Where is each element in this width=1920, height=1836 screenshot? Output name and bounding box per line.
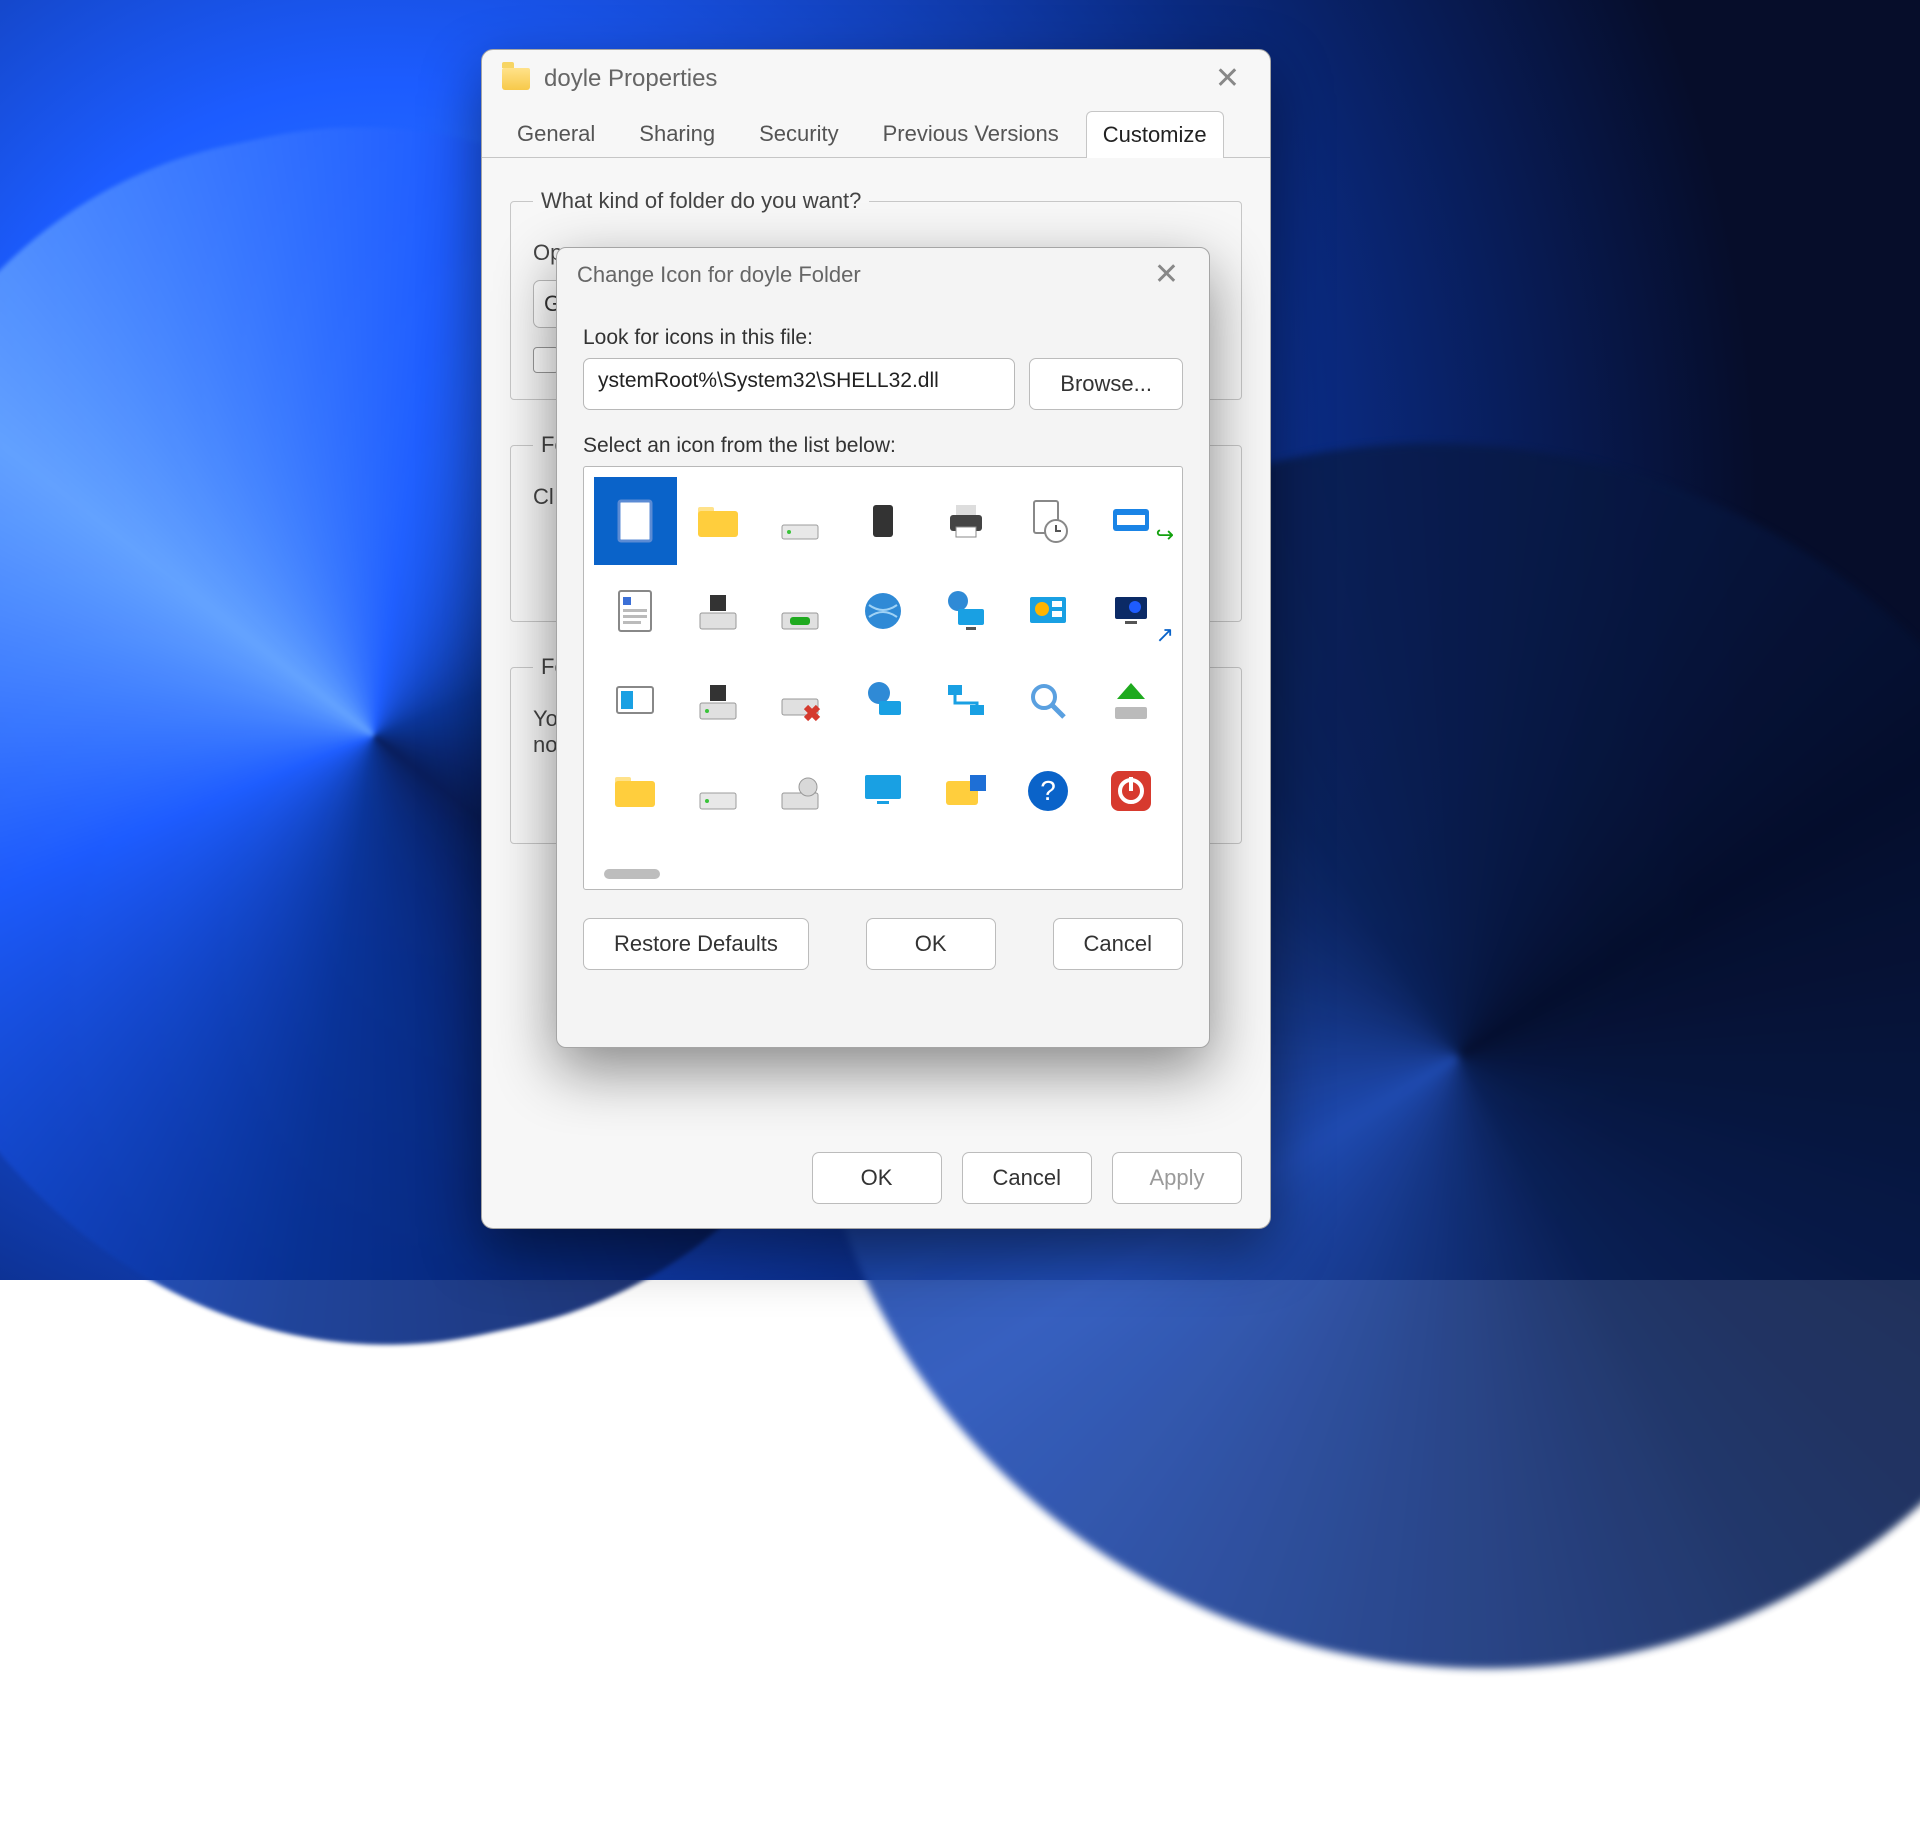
tab-customize[interactable]: Customize (1086, 111, 1224, 158)
tab-previous[interactable]: Previous Versions (866, 110, 1076, 157)
browse-button[interactable]: Browse... (1029, 358, 1183, 410)
icon-network-globe[interactable] (842, 657, 925, 745)
icon-help-circle[interactable]: ? (1007, 747, 1090, 835)
icon-eject-drive[interactable] (1089, 657, 1172, 745)
icon-network[interactable] (924, 657, 1007, 745)
icon-hard-drive-2[interactable] (677, 747, 760, 835)
apply-button[interactable]: Apply (1112, 1152, 1242, 1204)
icon-folder[interactable] (677, 477, 760, 565)
tab-sharing[interactable]: Sharing (622, 110, 732, 157)
icon-search-magnifier[interactable] (1007, 657, 1090, 745)
icon-run-dialog[interactable] (1089, 477, 1172, 565)
icon-document-clock[interactable] (1007, 477, 1090, 565)
close-icon[interactable]: ✕ (1205, 60, 1250, 98)
icon-hard-drive[interactable] (759, 477, 842, 565)
tab-security[interactable]: Security (742, 110, 855, 157)
icon-folder-options[interactable] (924, 747, 1007, 835)
folder-icon (502, 68, 530, 90)
close-icon[interactable]: ✕ (1144, 256, 1189, 294)
icon-floppy-drive[interactable] (677, 567, 760, 655)
icon-network-monitor[interactable] (924, 567, 1007, 655)
icon-power-off[interactable] (1089, 747, 1172, 835)
groupbox-folder-kind-legend: What kind of folder do you want? (533, 188, 869, 214)
icon-drive-error[interactable] (759, 657, 842, 745)
icon-globe[interactable] (842, 567, 925, 655)
cancel-button[interactable]: Cancel (962, 1152, 1092, 1204)
icon-list[interactable]: ? ↪ ↗ (583, 466, 1183, 890)
icon-text-document[interactable] (594, 567, 677, 655)
overlay-shortcut-arrow-blue-icon: ↗ (1156, 622, 1174, 648)
select-icon-label: Select an icon from the list below: (583, 434, 1183, 458)
svg-text:?: ? (1040, 775, 1056, 806)
properties-title: doyle Properties (544, 65, 717, 93)
properties-tabstrip: General Sharing Security Previous Versio… (482, 108, 1270, 158)
look-for-icons-label: Look for icons in this file: (583, 326, 1183, 350)
change-icon-title: Change Icon for doyle Folder (577, 262, 861, 288)
overlay-shortcut-arrow-green-icon: ↪ (1156, 522, 1174, 548)
icon-save-disk[interactable] (677, 657, 760, 745)
icon-removable-drive[interactable] (759, 567, 842, 655)
icon-settings-window[interactable] (594, 657, 677, 745)
ok-button[interactable]: OK (812, 1152, 942, 1204)
icon-optical-drive[interactable] (759, 747, 842, 835)
icon-control-panel[interactable] (1007, 567, 1090, 655)
properties-buttons: OK Cancel Apply (812, 1152, 1242, 1204)
icon-printer[interactable] (924, 477, 1007, 565)
cancel-button[interactable]: Cancel (1053, 918, 1183, 970)
icon-chip[interactable] (842, 477, 925, 565)
restore-defaults-button[interactable]: Restore Defaults (583, 918, 809, 970)
properties-titlebar[interactable]: doyle Properties ✕ (482, 50, 1270, 108)
ok-button[interactable]: OK (866, 918, 996, 970)
icon-blank-document[interactable] (594, 477, 677, 565)
change-icon-titlebar[interactable]: Change Icon for doyle Folder ✕ (557, 248, 1209, 302)
tab-general[interactable]: General (500, 110, 612, 157)
icon-monitor[interactable] (842, 747, 925, 835)
change-icon-dialog: Change Icon for doyle Folder ✕ Look for … (556, 247, 1210, 1048)
icon-list-scrollbar[interactable] (604, 869, 660, 879)
icon-path-input[interactable]: ystemRoot%\System32\SHELL32.dll (583, 358, 1015, 410)
icon-folder-open[interactable] (594, 747, 677, 835)
